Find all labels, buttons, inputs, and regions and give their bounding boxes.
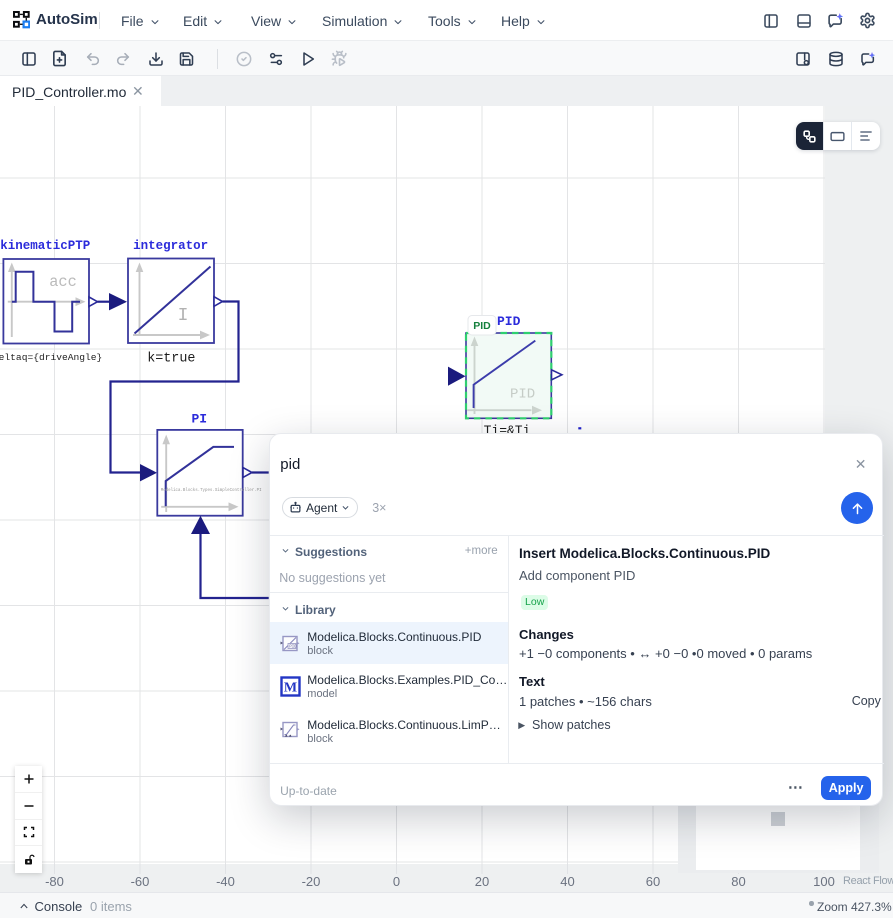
svg-text:PID: PID xyxy=(290,646,298,650)
svg-text:deltaq={driveAngle}: deltaq={driveAngle} xyxy=(0,352,102,363)
svg-text:kinematicPTP: kinematicPTP xyxy=(0,239,90,253)
svg-text:PID: PID xyxy=(497,314,521,329)
svg-text:PI: PI xyxy=(191,412,207,427)
svg-text:I: I xyxy=(178,306,189,326)
svg-text:PID: PID xyxy=(473,320,491,332)
svg-text:PID: PID xyxy=(510,387,535,403)
svg-text:Modelica.Blocks.Types.SimpleCo: Modelica.Blocks.Types.SimpleController.P… xyxy=(161,488,262,493)
svg-text:M: M xyxy=(284,681,297,696)
svg-text:integrator: integrator xyxy=(133,239,208,253)
svg-text:k=true: k=true xyxy=(147,352,195,367)
svg-text:acc: acc xyxy=(49,273,77,291)
